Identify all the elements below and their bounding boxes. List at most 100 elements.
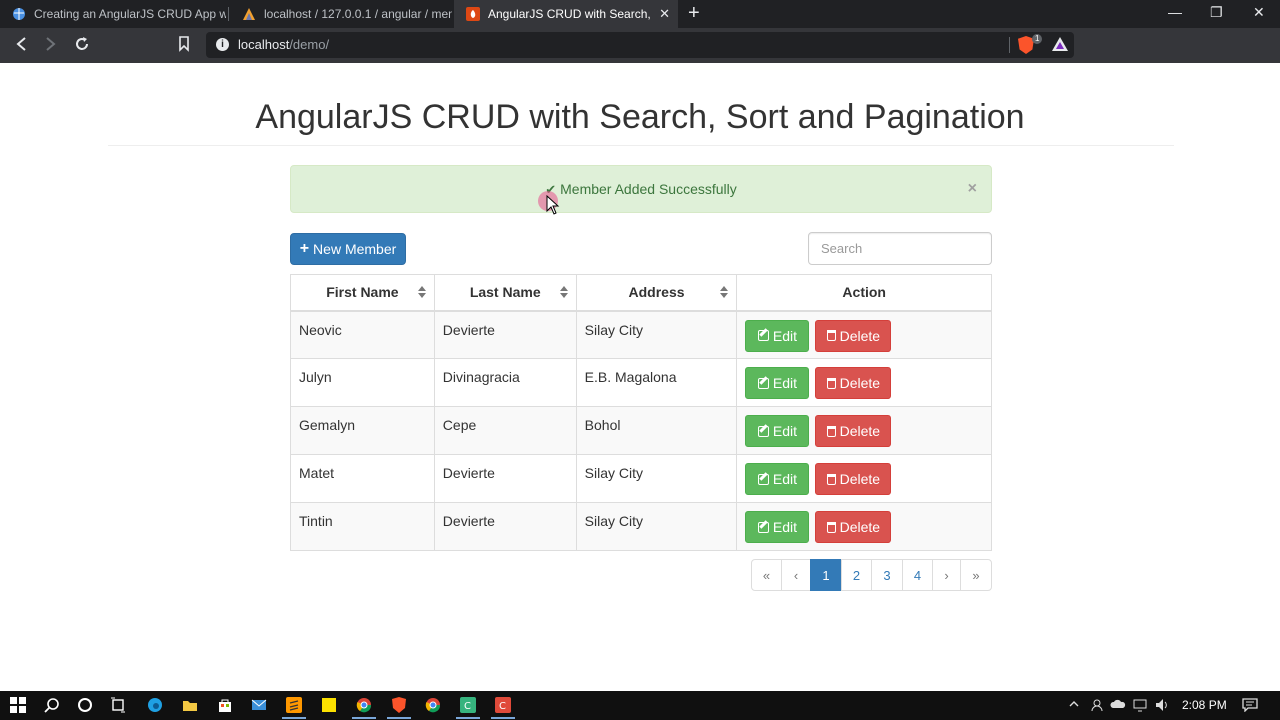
delete-button[interactable]: Delete — [815, 319, 892, 352]
edit-button[interactable]: Edit — [745, 463, 810, 495]
edit-button[interactable]: Edit — [745, 319, 810, 352]
tab-divider — [228, 7, 229, 21]
sublime-text-icon[interactable] — [282, 697, 306, 719]
header-label: First Name — [326, 284, 399, 301]
alert-close-button[interactable]: × — [968, 166, 977, 212]
table-row: Tintin Devierte Silay City Edit Delete — [290, 502, 992, 551]
reload-icon[interactable] — [74, 36, 90, 57]
edit-icon — [757, 377, 769, 389]
pagination-page-1[interactable]: 1 — [810, 559, 842, 591]
sort-icon[interactable] — [417, 286, 426, 300]
cell-last-name: Devierte — [433, 310, 577, 359]
show-hidden-icons[interactable] — [1068, 698, 1080, 713]
cell-first-name: Gemalyn — [290, 406, 435, 455]
sort-icon[interactable] — [559, 286, 568, 300]
volume-icon[interactable] — [1155, 698, 1169, 715]
browser-tab-3-active[interactable]: AngularJS CRUD with Search, Sor ✕ — [454, 0, 678, 28]
globe-icon — [12, 7, 26, 21]
sort-icon[interactable] — [720, 286, 729, 300]
cell-address: Silay City — [575, 310, 738, 359]
taskbar-clock[interactable]: 2:08 PM — [1182, 698, 1227, 712]
url-path: /demo/ — [289, 37, 330, 52]
edit-button[interactable]: Edit — [745, 367, 810, 399]
address-bar[interactable]: i localhost/demo/ 1 — [206, 32, 1074, 58]
search-input[interactable] — [808, 232, 992, 265]
brave-browser-icon[interactable] — [387, 697, 411, 719]
cell-address: E.B. Magalona — [575, 358, 738, 407]
forward-icon[interactable] — [44, 36, 58, 57]
pagination-last[interactable]: » — [960, 559, 992, 591]
site-info-icon[interactable]: i — [216, 38, 229, 51]
tab-title: Creating an AngularJS CRUD App with — [34, 7, 226, 21]
cell-address: Silay City — [575, 454, 738, 503]
browser-tab-2[interactable]: localhost / 127.0.0.1 / angular / memb — [230, 0, 452, 28]
cell-last-name: Devierte — [433, 454, 577, 503]
delete-button[interactable]: Delete — [815, 415, 892, 447]
minimize-button[interactable]: — — [1168, 4, 1182, 20]
store-icon[interactable] — [217, 697, 233, 713]
network-icon[interactable] — [1133, 698, 1147, 715]
windows-taskbar: C C 2:08 PM — [0, 691, 1280, 720]
back-icon[interactable] — [14, 36, 28, 57]
close-tab-icon[interactable]: ✕ — [659, 6, 670, 22]
cell-last-name: Cepe — [433, 406, 577, 455]
bookmark-icon[interactable] — [178, 36, 190, 57]
people-icon[interactable] — [1090, 698, 1104, 715]
pagination-page-3[interactable]: 3 — [871, 559, 903, 591]
cell-last-name: Divinagracia — [433, 358, 577, 407]
delete-label: Delete — [839, 471, 881, 487]
phpmyadmin-icon — [242, 7, 256, 21]
notifications-icon[interactable] — [1242, 698, 1258, 715]
edit-label: Edit — [772, 327, 797, 344]
trash-icon — [826, 330, 836, 341]
pagination-page-4[interactable]: 4 — [902, 559, 933, 591]
chrome-icon[interactable] — [352, 697, 376, 719]
header-action: Action — [736, 274, 992, 312]
windows-start-icon[interactable] — [10, 697, 26, 713]
edit-button[interactable]: Edit — [745, 415, 810, 447]
file-explorer-icon[interactable] — [182, 697, 198, 713]
header-label: Address — [628, 284, 685, 301]
chrome-icon[interactable] — [425, 697, 441, 713]
brave-rewards-icon[interactable] — [1052, 37, 1068, 51]
pagination-next[interactable]: › — [932, 559, 961, 591]
onedrive-icon[interactable] — [1110, 698, 1126, 713]
pagination-first[interactable]: « — [751, 559, 782, 591]
header-last-name[interactable]: Last Name — [433, 274, 577, 312]
edit-label: Edit — [772, 519, 797, 535]
url-text[interactable]: localhost/demo/ — [238, 37, 329, 52]
pagination-page-2[interactable]: 2 — [841, 559, 872, 591]
pagination-prev[interactable]: ‹ — [781, 559, 811, 591]
new-member-button[interactable]: + New Member — [290, 233, 406, 265]
codeigniter-icon — [466, 7, 480, 21]
recorder-icon[interactable]: C — [491, 697, 515, 719]
delete-button[interactable]: Delete — [815, 367, 892, 399]
edge-icon[interactable] — [147, 697, 163, 713]
svg-text:C: C — [499, 701, 506, 712]
sticky-notes-icon[interactable] — [321, 697, 337, 713]
browser-tab-strip: Creating an AngularJS CRUD App with loca… — [0, 0, 1280, 28]
edit-label: Edit — [772, 375, 797, 391]
cell-action: Edit Delete — [736, 502, 992, 551]
header-address[interactable]: Address — [575, 274, 738, 312]
delete-button[interactable]: Delete — [815, 463, 892, 495]
header-first-name[interactable]: First Name — [290, 274, 435, 312]
camtasia-icon[interactable]: C — [456, 697, 480, 719]
cell-first-name: Julyn — [290, 358, 435, 407]
delete-button[interactable]: Delete — [815, 511, 892, 543]
restore-button[interactable]: ❐ — [1210, 4, 1223, 21]
delete-label: Delete — [839, 519, 881, 535]
members-table: First Name Last Name Address Action Neov… — [290, 274, 992, 551]
edit-label: Edit — [772, 471, 797, 487]
alert-message: Member Added Successfully — [560, 181, 737, 197]
table-row: Neovic Devierte Silay City Edit Delete — [290, 310, 992, 359]
cortana-icon[interactable] — [77, 697, 93, 713]
search-icon[interactable] — [44, 697, 60, 713]
cell-action: Edit Delete — [736, 406, 992, 455]
edit-button[interactable]: Edit — [745, 511, 810, 543]
browser-tab-1[interactable]: Creating an AngularJS CRUD App with — [0, 0, 226, 28]
close-window-button[interactable]: ✕ — [1253, 4, 1265, 21]
new-tab-button[interactable]: + — [688, 3, 700, 23]
mail-icon[interactable] — [251, 697, 267, 713]
task-view-icon[interactable] — [110, 697, 126, 713]
